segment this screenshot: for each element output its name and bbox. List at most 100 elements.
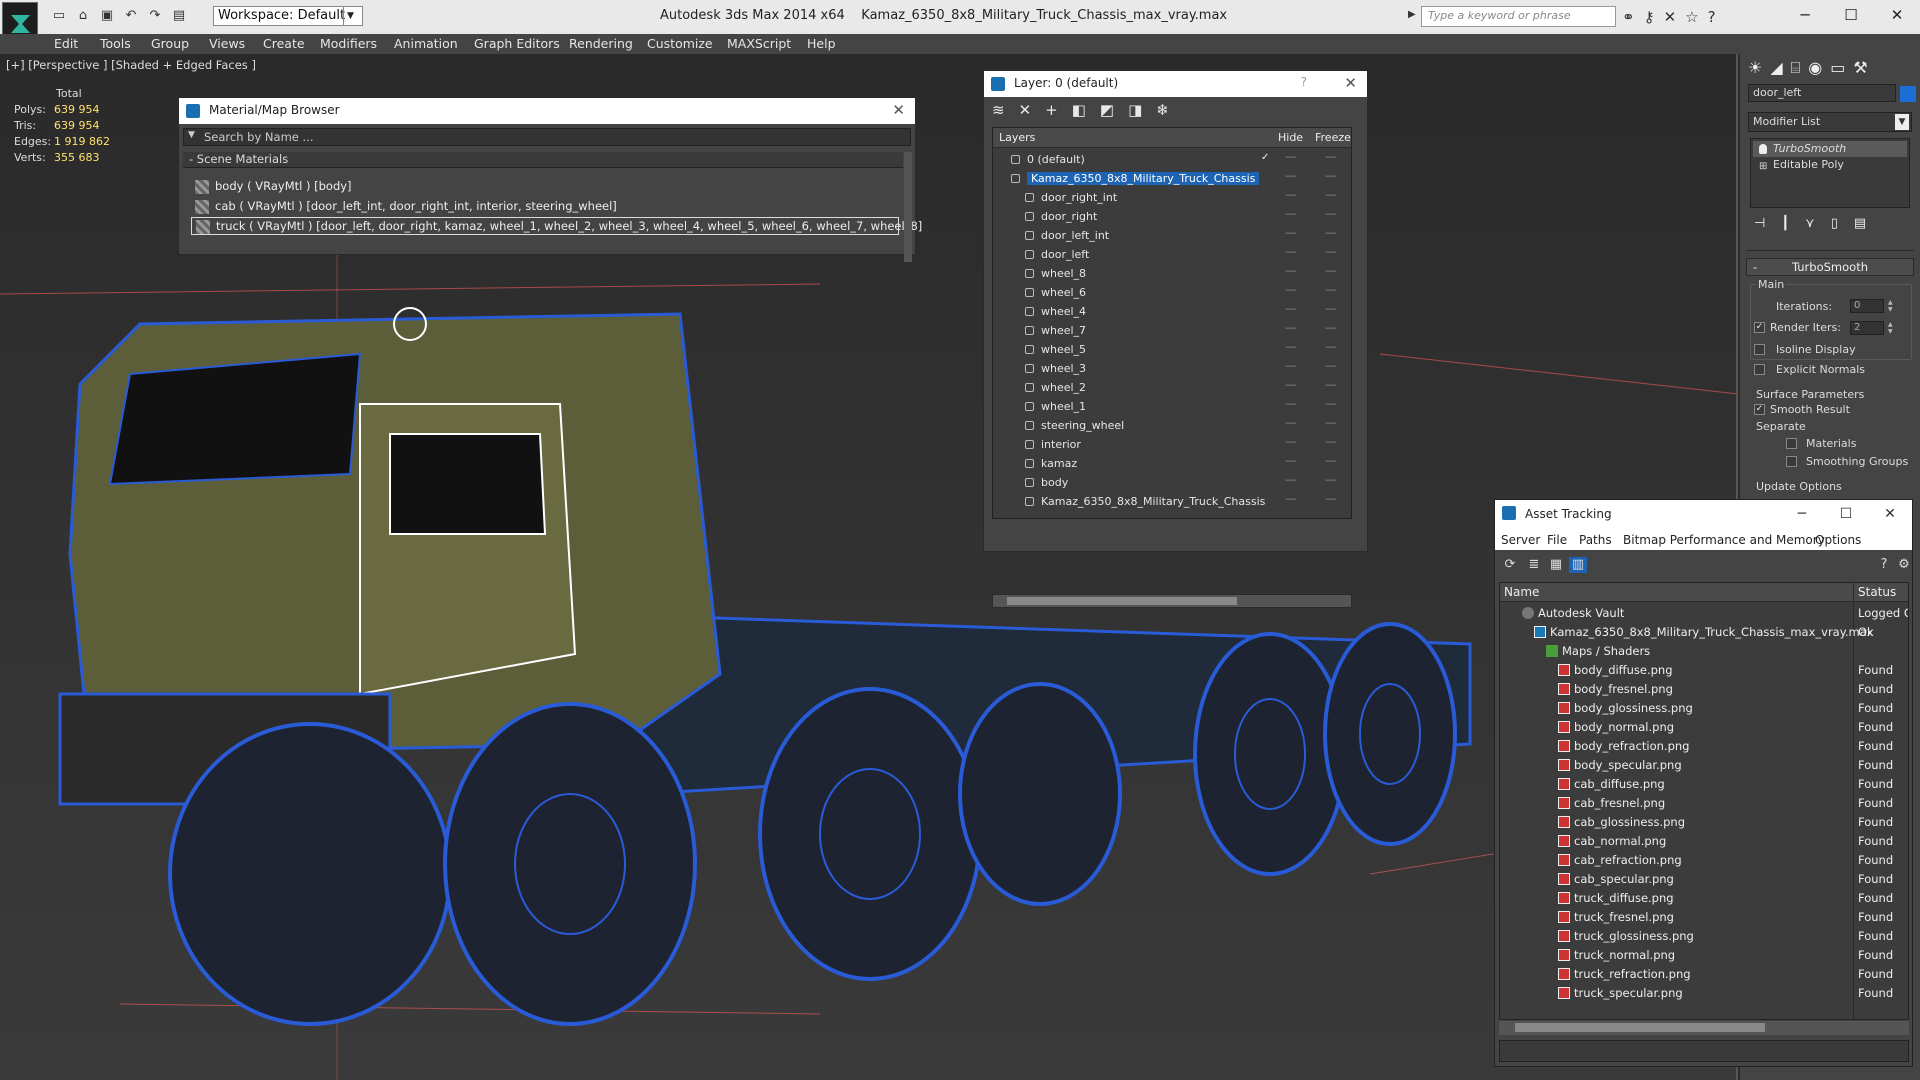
create-tab-icon[interactable]: ☀: [1748, 58, 1762, 78]
close-icon[interactable]: ✕: [892, 101, 905, 119]
help-icon[interactable]: ?: [1875, 557, 1893, 573]
asset-row[interactable]: body_refraction.png Found: [1500, 737, 1908, 756]
menu-server[interactable]: Server: [1501, 533, 1540, 547]
col-hide[interactable]: Hide: [1278, 131, 1303, 144]
display-tab-icon[interactable]: ▭: [1830, 58, 1845, 78]
hide-toggle-icon[interactable]: ----: [1285, 437, 1296, 448]
new-file-icon[interactable]: ▭: [50, 6, 68, 24]
object-color-swatch[interactable]: [1900, 86, 1916, 102]
object-name-field[interactable]: door_left: [1748, 84, 1896, 102]
thumbnail-view-icon[interactable]: ▦: [1547, 557, 1565, 573]
binoculars-icon[interactable]: ⚭: [1622, 8, 1635, 26]
freeze-toggle-icon[interactable]: ----: [1325, 475, 1336, 486]
menu-create[interactable]: Create: [263, 34, 305, 54]
material-row-truck[interactable]: truck ( VRayMtl ) [door_left, door_right…: [191, 217, 922, 235]
menu-animation[interactable]: Animation: [394, 34, 458, 54]
utilities-tab-icon[interactable]: ⚒: [1853, 58, 1867, 78]
redo-icon[interactable]: ↷: [146, 6, 164, 24]
material-browser-titlebar[interactable]: Material/Map Browser ✕: [179, 98, 915, 124]
menu-help[interactable]: Help: [807, 34, 836, 54]
menu-views[interactable]: Views: [209, 34, 245, 54]
freeze-toggle-icon[interactable]: ----: [1325, 228, 1336, 239]
layer-row[interactable]: wheel_1 ---- ----: [993, 397, 1351, 416]
hide-toggle-icon[interactable]: ----: [1285, 475, 1296, 486]
asset-row[interactable]: Autodesk Vault Logged O: [1500, 604, 1908, 623]
search-options-icon[interactable]: ▼: [188, 130, 195, 140]
undo-icon[interactable]: ↶: [122, 6, 140, 24]
stack-item-turbosmooth[interactable]: TurboSmooth: [1753, 141, 1907, 157]
maximize-icon[interactable]: ☐: [1824, 500, 1868, 528]
freeze-toggle-icon[interactable]: ----: [1325, 304, 1336, 315]
hide-toggle-icon[interactable]: ----: [1285, 152, 1296, 163]
hide-toggle-icon[interactable]: ----: [1285, 418, 1296, 429]
turbosmooth-rollout-header[interactable]: - TurboSmooth: [1746, 258, 1914, 276]
iterations-spinner[interactable]: 0: [1850, 299, 1884, 313]
asset-row[interactable]: cab_glossiness.png Found: [1500, 813, 1908, 832]
exchange-icon[interactable]: ✕: [1664, 8, 1677, 26]
freeze-toggle-icon[interactable]: ----: [1325, 361, 1336, 372]
asset-tracking-titlebar[interactable]: Asset Tracking ─ ☐ ✕: [1495, 500, 1912, 530]
search-input[interactable]: Type a keyword or phrase: [1421, 6, 1616, 27]
asset-row[interactable]: truck_normal.png Found: [1500, 946, 1908, 965]
layer-row[interactable]: door_right ---- ----: [993, 207, 1351, 226]
menu-bitmap-performance[interactable]: Bitmap Performance and Memory: [1623, 533, 1825, 547]
layer-row[interactable]: wheel_6 ---- ----: [993, 283, 1351, 302]
hide-toggle-icon[interactable]: ----: [1285, 171, 1296, 182]
asset-row[interactable]: truck_fresnel.png Found: [1500, 908, 1908, 927]
menu-file[interactable]: File: [1547, 533, 1567, 547]
refresh-icon[interactable]: ⟳: [1501, 557, 1519, 573]
favorites-star-icon[interactable]: ☆: [1685, 8, 1698, 26]
smooth-result-checkbox[interactable]: ✓: [1754, 404, 1765, 415]
remove-modifier-icon[interactable]: ▯: [1831, 216, 1838, 231]
hide-all-layers-icon[interactable]: ◨: [1128, 101, 1142, 119]
freeze-toggle-icon[interactable]: ----: [1325, 342, 1336, 353]
separate-materials-checkbox[interactable]: [1786, 438, 1797, 449]
asset-row[interactable]: cab_refraction.png Found: [1500, 851, 1908, 870]
freeze-toggle-icon[interactable]: ----: [1325, 266, 1336, 277]
layer-row[interactable]: 0 (default) ✓ ---- ----: [993, 150, 1351, 169]
make-unique-icon[interactable]: ⋎: [1805, 216, 1815, 231]
layer-row[interactable]: Kamaz_6350_8x8_Military_Truck_Chassis ---…: [993, 492, 1351, 511]
viewport-label[interactable]: [+] [Perspective ] [Shaded + Edged Faces…: [6, 58, 256, 72]
freeze-toggle-icon[interactable]: ----: [1325, 418, 1336, 429]
hide-toggle-icon[interactable]: ----: [1285, 285, 1296, 296]
asset-row[interactable]: body_specular.png Found: [1500, 756, 1908, 775]
asset-row[interactable]: cab_fresnel.png Found: [1500, 794, 1908, 813]
material-row-body[interactable]: body ( VRayMtl ) [body]: [191, 178, 899, 196]
layer-row[interactable]: door_right_int ---- ----: [993, 188, 1351, 207]
col-layers[interactable]: Layers: [999, 131, 1035, 144]
highlight-layer-icon[interactable]: ◩: [1100, 101, 1114, 119]
col-name[interactable]: Name: [1504, 585, 1539, 599]
asset-row[interactable]: cab_diffuse.png Found: [1500, 775, 1908, 794]
layer-row[interactable]: wheel_5 ---- ----: [993, 340, 1351, 359]
modify-tab-icon[interactable]: ◢: [1770, 58, 1782, 78]
freeze-toggle-icon[interactable]: ----: [1325, 380, 1336, 391]
close-icon[interactable]: ✕: [1344, 74, 1357, 92]
hide-toggle-icon[interactable]: ----: [1285, 323, 1296, 334]
menu-edit[interactable]: Edit: [54, 34, 78, 54]
asset-row[interactable]: body_glossiness.png Found: [1500, 699, 1908, 718]
hierarchy-tab-icon[interactable]: ⌸: [1791, 58, 1801, 78]
layer-row[interactable]: steering_wheel ---- ----: [993, 416, 1351, 435]
stack-item-editable-poly[interactable]: ⊞ Editable Poly: [1753, 157, 1907, 173]
material-row-cab[interactable]: cab ( VRayMtl ) [door_left_int, door_rig…: [191, 198, 899, 216]
explicit-normals-checkbox[interactable]: [1754, 364, 1765, 375]
layer-row[interactable]: wheel_7 ---- ----: [993, 321, 1351, 340]
freeze-toggle-icon[interactable]: ----: [1325, 247, 1336, 258]
render-iters-spinner[interactable]: 2: [1850, 321, 1884, 335]
asset-row[interactable]: Kamaz_6350_8x8_Military_Truck_Chassis_ma…: [1500, 623, 1908, 642]
table-view-icon[interactable]: ▥: [1569, 557, 1587, 573]
minimize-icon[interactable]: ─: [1782, 0, 1828, 30]
pin-stack-icon[interactable]: ⊣: [1754, 216, 1765, 231]
layer-row[interactable]: door_left_int ---- ----: [993, 226, 1351, 245]
asset-row[interactable]: truck_refraction.png Found: [1500, 965, 1908, 984]
col-status[interactable]: Status: [1858, 585, 1896, 599]
hide-toggle-icon[interactable]: ----: [1285, 266, 1296, 277]
asset-row[interactable]: cab_specular.png Found: [1500, 870, 1908, 889]
col-freeze[interactable]: Freeze: [1315, 131, 1351, 144]
layer-manager-titlebar[interactable]: Layer: 0 (default) ? ✕: [984, 71, 1367, 97]
freeze-toggle-icon[interactable]: ----: [1325, 456, 1336, 467]
asset-horizontal-scrollbar[interactable]: [1499, 1021, 1909, 1035]
asset-row[interactable]: body_diffuse.png Found: [1500, 661, 1908, 680]
project-folder-icon[interactable]: ▤: [170, 6, 188, 24]
